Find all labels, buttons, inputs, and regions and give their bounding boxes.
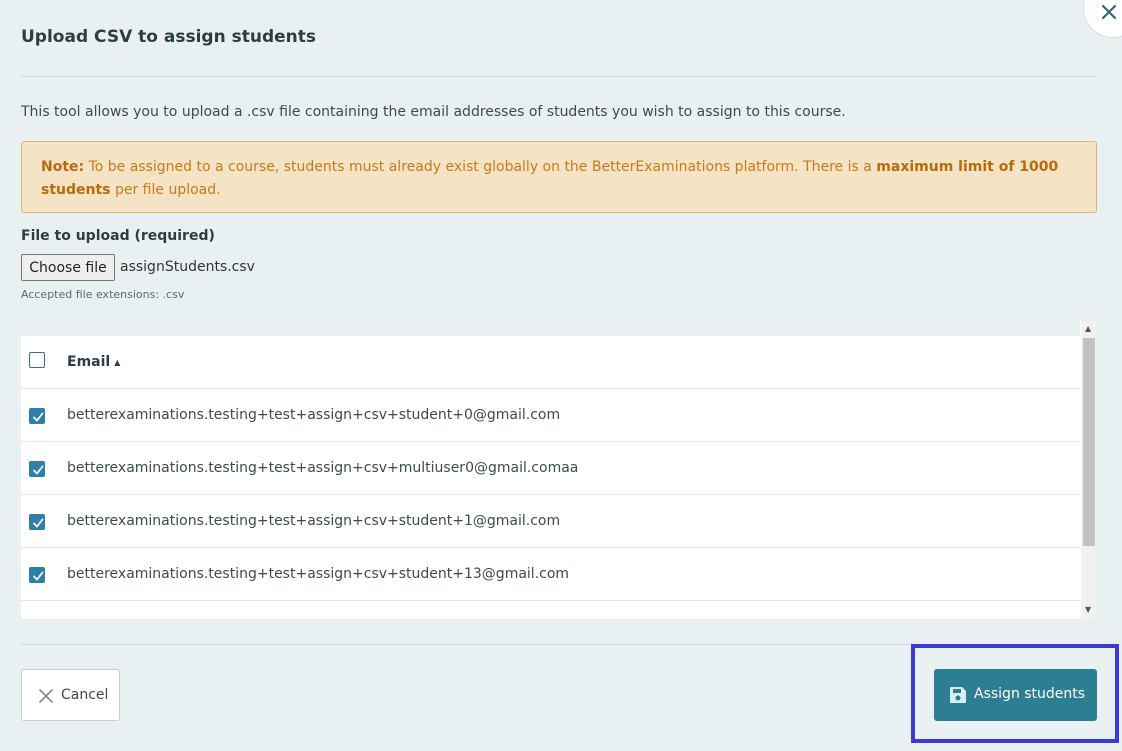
note-text-after: per file upload. <box>110 182 221 198</box>
selected-file-name: assignStudents.csv <box>120 259 255 275</box>
scroll-thumb[interactable] <box>1083 338 1095 546</box>
checkmark-icon <box>33 518 44 528</box>
scroll-up-arrow-icon[interactable]: ▲ <box>1085 324 1091 333</box>
row-checkbox[interactable] <box>29 567 45 583</box>
assign-label: Assign students <box>974 686 1086 702</box>
email-header-label: Email <box>67 354 111 370</box>
table-row[interactable]: betterexaminations.testing+test+assign+c… <box>21 389 1080 442</box>
close-icon <box>1101 4 1117 20</box>
row-checkbox[interactable] <box>29 408 45 424</box>
close-icon <box>39 689 53 703</box>
table-top-spacer <box>21 321 1080 336</box>
checkmark-icon <box>33 571 44 581</box>
save-icon <box>950 687 966 703</box>
table-row[interactable]: betterexaminations.testing+test+assign+c… <box>21 442 1080 495</box>
close-dialog-button[interactable] <box>1083 0 1122 38</box>
note-box: Note: To be assigned to a course, studen… <box>21 141 1097 213</box>
checkmark-icon <box>33 412 44 422</box>
accepted-extensions: Accepted file extensions: .csv <box>21 288 185 301</box>
row-checkbox[interactable] <box>29 461 45 477</box>
choose-file-button[interactable]: Choose file <box>21 254 115 281</box>
note-label: Note: <box>41 159 85 175</box>
row-checkbox[interactable] <box>29 514 45 530</box>
table-scrollbar[interactable]: ▲ ▼ <box>1081 321 1097 619</box>
table-row-partial <box>21 601 1080 619</box>
table-row[interactable]: betterexaminations.testing+test+assign+c… <box>21 548 1080 601</box>
cancel-button[interactable]: Cancel <box>21 669 120 721</box>
cancel-label: Cancel <box>61 687 109 703</box>
checkmark-icon <box>33 465 44 475</box>
intro-text: This tool allows you to upload a .csv fi… <box>21 104 846 120</box>
table-header-row: Email ▲ <box>21 336 1080 389</box>
divider <box>21 76 1097 77</box>
row-email: betterexaminations.testing+test+assign+c… <box>67 460 579 476</box>
table-row[interactable]: betterexaminations.testing+test+assign+c… <box>21 495 1080 548</box>
email-column-header[interactable]: Email ▲ <box>67 354 120 370</box>
sort-asc-icon: ▲ <box>114 357 121 367</box>
dialog-title: Upload CSV to assign students <box>21 27 316 47</box>
row-email: betterexaminations.testing+test+assign+c… <box>67 407 561 423</box>
note-text-before: To be assigned to a course, students mus… <box>84 159 877 175</box>
file-upload-label: File to upload (required) <box>21 228 215 244</box>
select-all-checkbox[interactable] <box>29 352 45 368</box>
scroll-down-arrow-icon[interactable]: ▼ <box>1085 605 1091 614</box>
row-email: betterexaminations.testing+test+assign+c… <box>67 513 561 529</box>
email-table: Email ▲ betterexaminations.testing+test+a… <box>21 321 1097 619</box>
assign-students-button[interactable]: Assign students <box>934 669 1097 721</box>
table-body: betterexaminations.testing+test+assign+c… <box>21 389 1097 601</box>
row-email: betterexaminations.testing+test+assign+c… <box>67 566 570 582</box>
